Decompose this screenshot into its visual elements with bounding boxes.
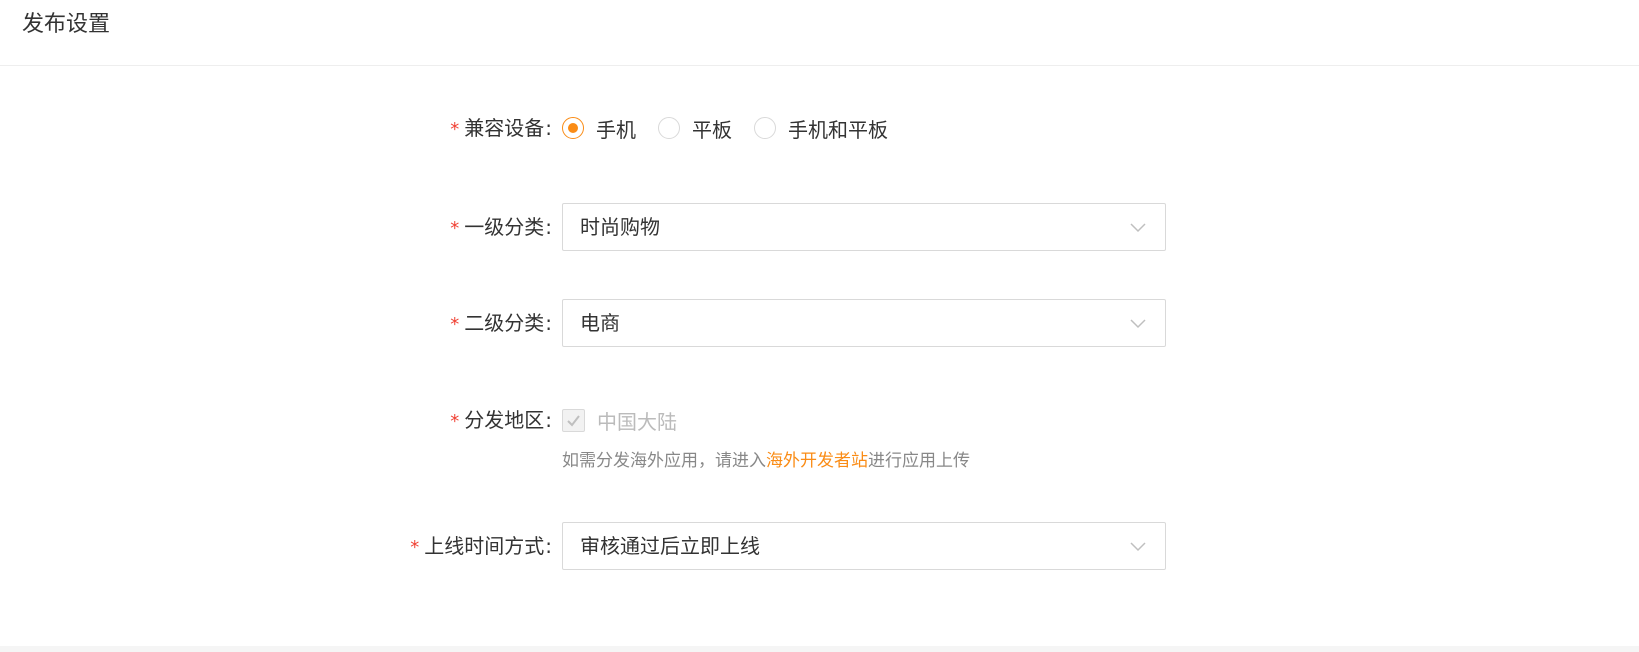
device-radio-group: 手机 平板 手机和平板 <box>562 104 910 152</box>
publish-settings-page: 发布设置 * 兼容设备: 手机 平板 手机和平板 * 一级分类: 时尚购物 * … <box>0 0 1639 652</box>
region-checkbox-label: 中国大陆 <box>597 409 677 434</box>
overseas-developer-site-link[interactable]: 海外开发者站 <box>766 451 868 471</box>
chevron-down-icon <box>1130 542 1146 552</box>
category-level1-value: 时尚购物 <box>580 215 660 239</box>
category-level1-label-text: 一级分类 <box>464 215 545 239</box>
device-label-text: 兼容设备 <box>464 116 545 140</box>
required-star: * <box>450 411 460 432</box>
release-time-label-text: 上线时间方式 <box>424 534 545 558</box>
chevron-down-icon <box>1130 319 1146 329</box>
radio-option-phone-and-tablet[interactable]: 手机和平板 <box>754 114 888 143</box>
category-level2-select[interactable]: 电商 <box>562 299 1166 347</box>
release-time-label: * 上线时间方式: <box>410 522 552 570</box>
category-level2-select-wrap: 电商 <box>562 299 1166 347</box>
radio-checked-icon[interactable] <box>562 117 584 139</box>
radio-label-phone-and-tablet: 手机和平板 <box>788 117 888 142</box>
category-level1-select[interactable]: 时尚购物 <box>562 203 1166 251</box>
page-bottom-divider <box>0 646 1639 652</box>
region-checkbox-wrap: 中国大陆 <box>562 396 677 444</box>
radio-option-tablet[interactable]: 平板 <box>658 114 732 143</box>
page-header: 发布设置 <box>0 0 1639 66</box>
label-colon: : <box>545 534 552 558</box>
radio-unchecked-icon[interactable] <box>754 117 776 139</box>
radio-label-phone: 手机 <box>596 117 636 142</box>
page-title: 发布设置 <box>22 12 111 37</box>
label-colon: : <box>545 311 552 335</box>
label-colon: : <box>545 215 552 239</box>
category-level1-label: * 一级分类: <box>450 203 552 251</box>
radio-unchecked-icon[interactable] <box>658 117 680 139</box>
region-label: * 分发地区: <box>450 396 552 444</box>
release-time-value: 审核通过后立即上线 <box>580 534 760 558</box>
category-level1-select-wrap: 时尚购物 <box>562 203 1166 251</box>
required-star: * <box>450 218 460 239</box>
region-checkbox-option[interactable]: 中国大陆 <box>562 396 677 444</box>
release-time-select[interactable]: 审核通过后立即上线 <box>562 522 1166 570</box>
radio-label-tablet: 平板 <box>692 117 732 142</box>
category-level2-label: * 二级分类: <box>450 299 552 347</box>
region-hint-suffix: 进行应用上传 <box>868 451 970 471</box>
required-star: * <box>410 537 420 558</box>
region-hint-prefix: 如需分发海外应用，请进入 <box>562 451 766 471</box>
label-colon: : <box>545 408 552 432</box>
required-star: * <box>450 314 460 335</box>
release-time-select-wrap: 审核通过后立即上线 <box>562 522 1166 570</box>
required-star: * <box>450 119 460 140</box>
device-label: * 兼容设备: <box>450 104 552 152</box>
category-level2-label-text: 二级分类 <box>464 311 545 335</box>
label-colon: : <box>545 116 552 140</box>
region-hint: 如需分发海外应用，请进入海外开发者站进行应用上传 <box>562 446 970 471</box>
check-icon <box>567 414 580 427</box>
category-level2-value: 电商 <box>580 311 620 335</box>
region-checkbox[interactable] <box>562 408 585 432</box>
chevron-down-icon <box>1130 223 1146 233</box>
radio-option-phone[interactable]: 手机 <box>562 114 636 143</box>
region-label-text: 分发地区 <box>464 408 545 432</box>
